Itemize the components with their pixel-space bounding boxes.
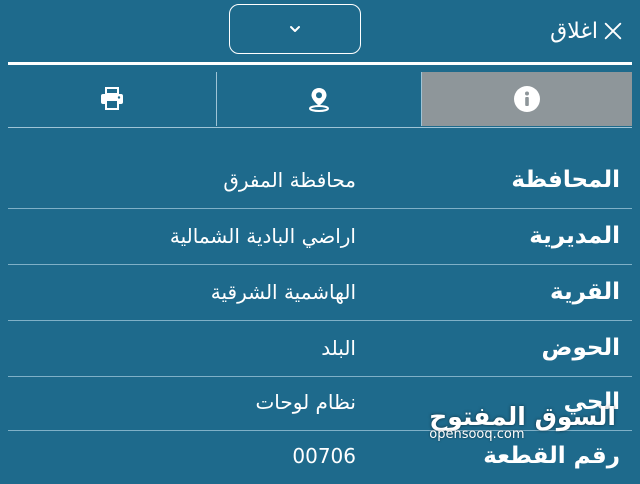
detail-label: المحافظة: [511, 167, 620, 193]
detail-value: محافظة المفرق: [223, 168, 356, 192]
detail-value: الهاشمية الشرقية: [210, 280, 356, 304]
detail-value: نظام لوحات: [255, 390, 356, 414]
tab-bar: [8, 72, 632, 128]
detail-row-district: الحي نظام لوحات: [8, 374, 632, 431]
detail-row-village: القرية الهاشمية الشرقية: [8, 264, 632, 321]
tab-info[interactable]: [422, 72, 632, 126]
collapse-dropdown-button[interactable]: [229, 4, 361, 54]
detail-row-directorate: المديرية اراضي البادية الشمالية: [8, 208, 632, 265]
detail-label: الحوض: [541, 335, 620, 361]
location-pin-icon: [309, 88, 329, 112]
detail-label: المديرية: [529, 223, 620, 249]
header-divider: [8, 62, 632, 65]
detail-value: اراضي البادية الشمالية: [169, 224, 356, 248]
detail-row-basin: الحوض البلد: [8, 320, 632, 377]
close-button[interactable]: اغلاق: [550, 14, 624, 48]
detail-value: البلد: [321, 336, 356, 360]
detail-row-plot-number: رقم القطعة 00706: [8, 428, 632, 484]
tab-location[interactable]: [216, 72, 422, 126]
tab-print[interactable]: [8, 72, 216, 126]
detail-value: 00706: [292, 444, 356, 468]
close-icon: [604, 22, 622, 40]
detail-row-governorate: المحافظة محافظة المفرق: [8, 152, 632, 209]
printer-icon: [101, 87, 123, 110]
detail-label: رقم القطعة: [483, 443, 620, 469]
chevron-down-icon: [290, 26, 300, 32]
info-icon: [514, 86, 540, 112]
top-bar: اغلاق: [0, 0, 640, 62]
detail-label: الحي: [563, 389, 620, 415]
detail-label: القرية: [550, 279, 620, 305]
close-label: اغلاق: [550, 18, 598, 44]
